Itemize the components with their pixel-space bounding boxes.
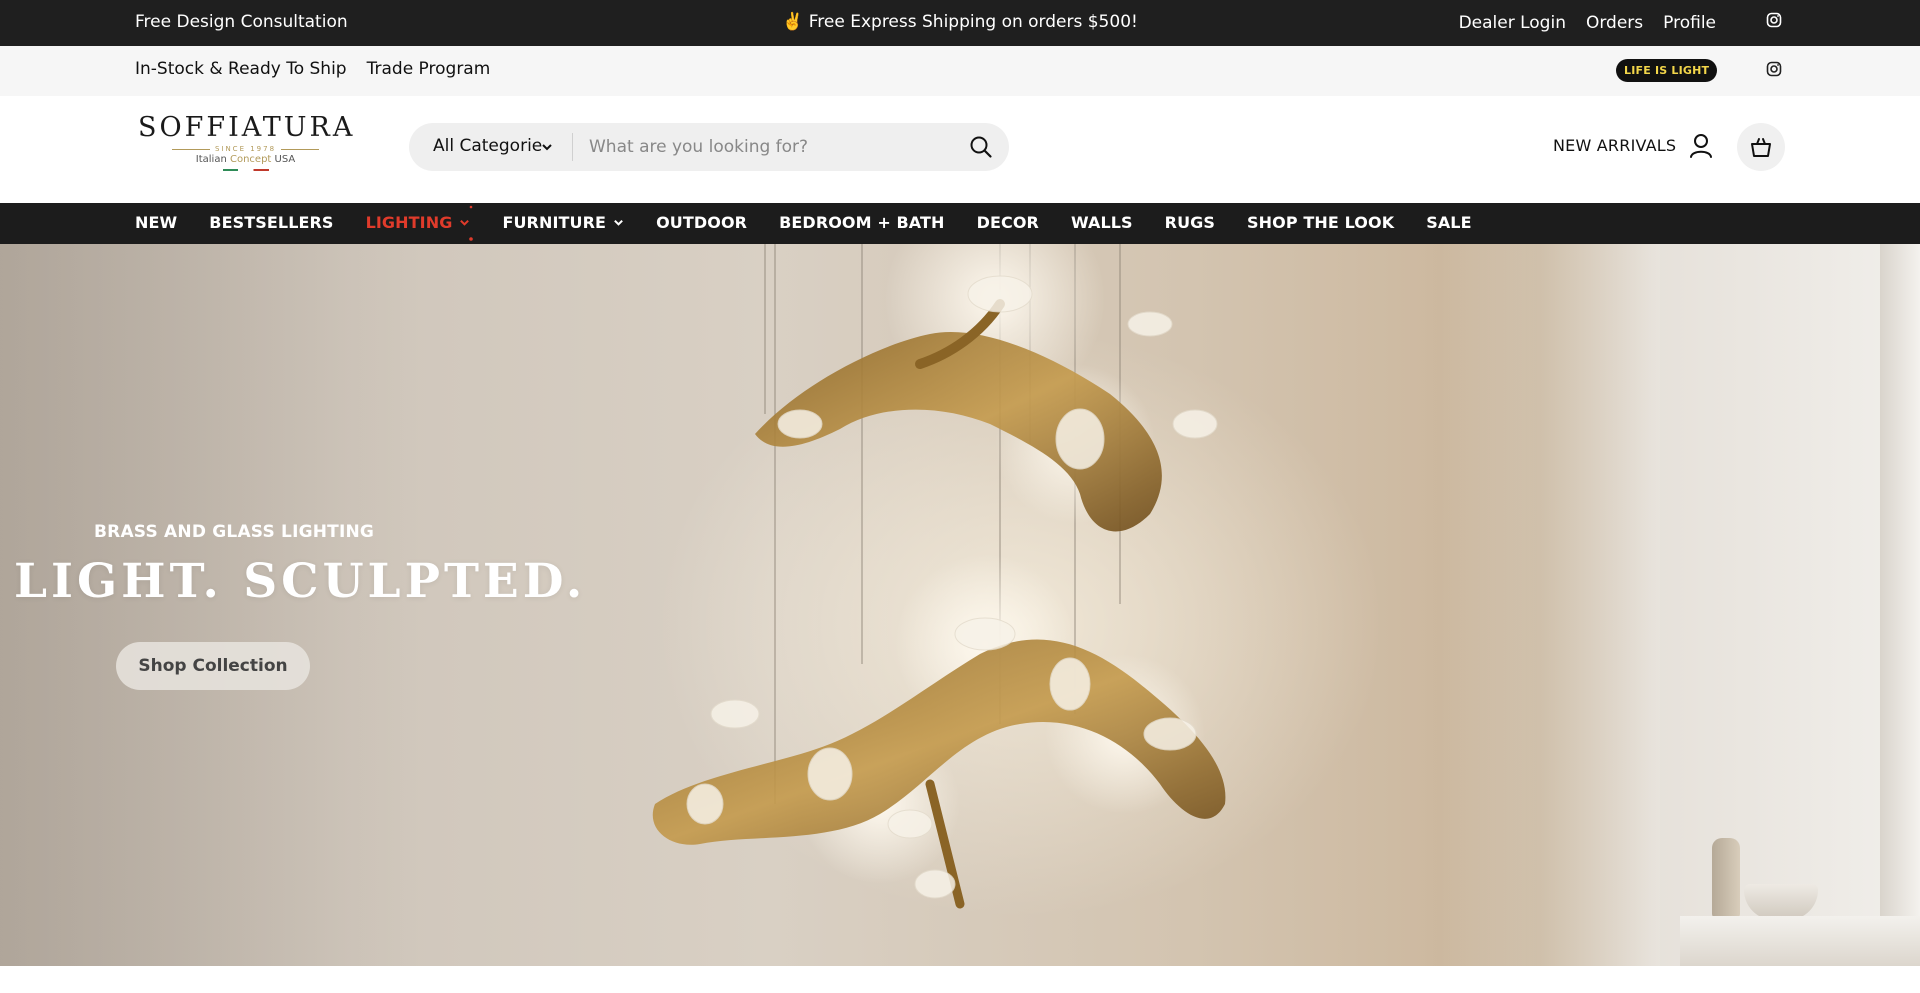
nav-item-label: NEW xyxy=(135,213,178,232)
instagram-icon[interactable] xyxy=(1766,12,1782,33)
nav-item-rugs[interactable]: RUGS xyxy=(1165,213,1215,232)
nav-item-bestsellers[interactable]: BESTSELLERS xyxy=(209,213,333,232)
category-select[interactable]: All Categories xyxy=(433,136,543,158)
nav-item-bedroom-bath[interactable]: BEDROOM + BATH xyxy=(779,213,944,232)
brand-logo[interactable]: SOFFIATURA SINCE 1978 Italian Concept US… xyxy=(138,110,353,188)
search-divider xyxy=(572,133,573,161)
nav-item-label: SHOP THE LOOK xyxy=(1247,213,1395,232)
chevron-down-icon[interactable] xyxy=(541,138,553,157)
site-header: SOFFIATURA SINCE 1978 Italian Concept US… xyxy=(0,96,1920,203)
nav-item-label: OUTDOOR xyxy=(656,213,748,232)
announcement-bar: Free Design Consultation ✌️ Free Express… xyxy=(0,0,1920,46)
search-input[interactable] xyxy=(589,133,959,161)
nav-item-outdoor[interactable]: OUTDOOR xyxy=(656,213,747,232)
dealer-login-link[interactable]: Dealer Login xyxy=(1459,13,1566,33)
in-stock-link[interactable]: In-Stock & Ready To Ship xyxy=(135,59,347,79)
nav-item-lighting[interactable]: LIGHTING xyxy=(365,205,474,241)
logo-wordmark: SOFFIATURA xyxy=(138,112,356,143)
nav-item-walls[interactable]: WALLS xyxy=(1071,213,1133,232)
nav-item-furniture[interactable]: FURNITURE xyxy=(502,213,624,232)
instagram-icon[interactable] xyxy=(1766,61,1782,82)
nav-item-new[interactable]: NEW xyxy=(135,213,177,232)
decor-shelf xyxy=(1680,916,1920,966)
page-bottom-strip xyxy=(0,966,1920,993)
nav-item-label: BESTSELLERS xyxy=(209,213,334,232)
nav-item-label: BEDROOM + BATH xyxy=(779,213,945,232)
nav-item-label: SALE xyxy=(1426,213,1472,232)
nav-item-sale[interactable]: SALE xyxy=(1426,213,1471,232)
nav-item-label: LIGHTING xyxy=(365,213,453,232)
hero-eyebrow: BRASS AND GLASS LIGHTING xyxy=(94,522,375,542)
sparkle-decoration-icon xyxy=(468,205,474,245)
account-links: Dealer Login Orders Profile xyxy=(1459,12,1782,33)
new-arrivals-link[interactable]: NEW ARRIVALS xyxy=(1553,136,1676,155)
secondary-bar: In-Stock & Ready To Ship Trade Program L… xyxy=(0,46,1920,96)
shopping-bag-icon xyxy=(1751,138,1771,157)
life-is-light-badge[interactable]: LIFE IS LIGHT xyxy=(1616,59,1718,82)
secondary-links: In-Stock & Ready To Ship Trade Program xyxy=(135,59,490,79)
chevron-down-icon[interactable] xyxy=(613,213,624,232)
search-icon[interactable] xyxy=(969,135,993,163)
cart-button[interactable] xyxy=(1737,123,1785,171)
hero-headline: LIGHT. SCULPTED. xyxy=(14,554,587,609)
main-navigation: NEW BESTSELLERS LIGHTING FURNITURE OUTDOOR BE… xyxy=(0,203,1920,244)
nav-item-label: WALLS xyxy=(1070,213,1133,232)
free-consultation-link[interactable]: Free Design Consultation xyxy=(135,12,348,32)
search-bar: All Categories xyxy=(409,123,1009,171)
decor-vase xyxy=(1712,838,1740,918)
orders-link[interactable]: Orders xyxy=(1586,13,1643,33)
italian-flag-stripe xyxy=(222,169,269,171)
nav-item-label: FURNITURE xyxy=(502,213,607,232)
trade-program-link[interactable]: Trade Program xyxy=(367,59,491,79)
profile-link[interactable]: Profile xyxy=(1663,13,1716,33)
nav-item-label: RUGS xyxy=(1164,213,1216,232)
shop-collection-button[interactable]: Shop Collection xyxy=(116,642,310,690)
nav-item-label: DECOR xyxy=(976,213,1039,232)
logo-since: SINCE 1978 xyxy=(138,145,353,153)
logo-tagline: Italian Concept USA xyxy=(195,154,296,165)
nav-item-decor[interactable]: DECOR xyxy=(977,213,1039,232)
user-icon[interactable] xyxy=(1689,133,1713,163)
hero-banner: BRASS AND GLASS LIGHTING LIGHT. SCULPTED… xyxy=(0,244,1920,966)
nav-item-shop-the-look[interactable]: SHOP THE LOOK xyxy=(1247,213,1394,232)
nav-list: NEW BESTSELLERS LIGHTING FURNITURE OUTDOOR BE… xyxy=(135,205,1504,241)
shipping-announcement-text: ✌️ Free Express Shipping on orders $500! xyxy=(782,12,1138,32)
